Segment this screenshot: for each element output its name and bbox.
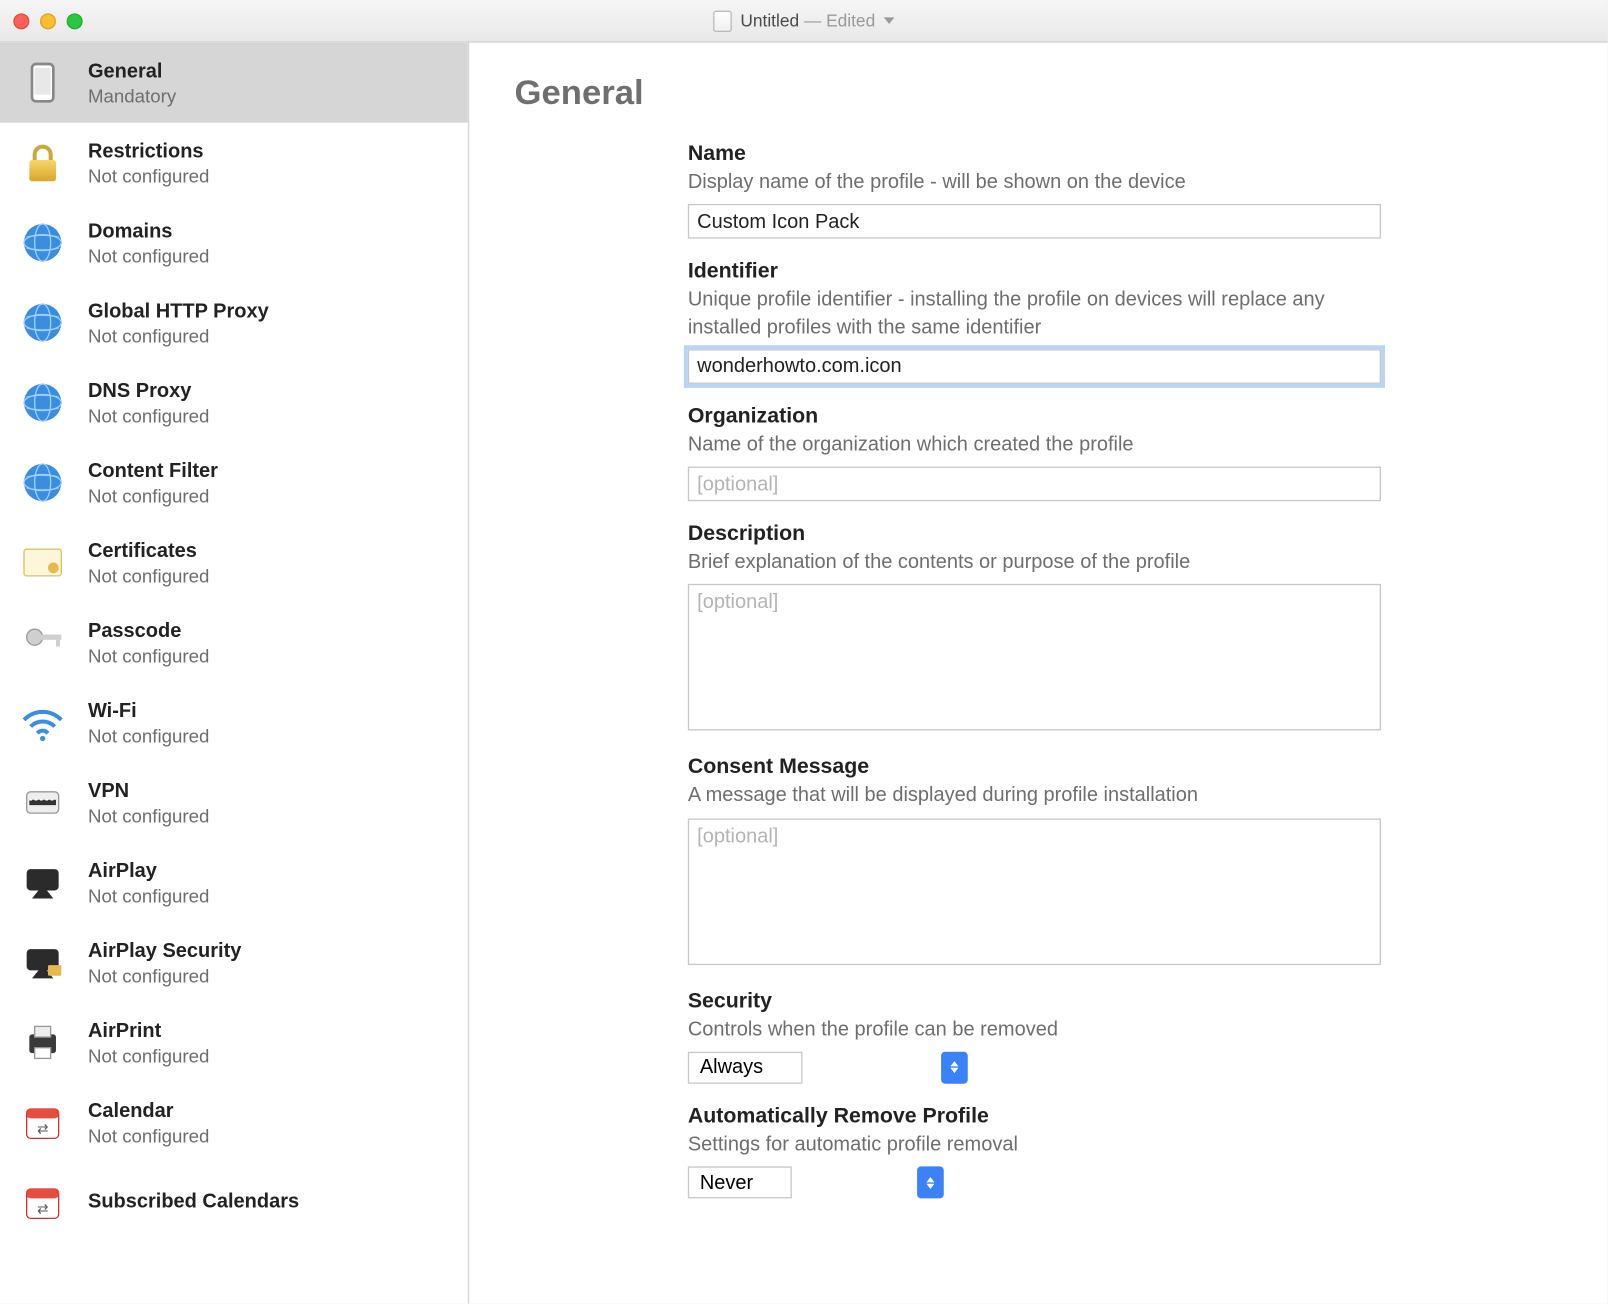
sidebar-item-sub: Not configured (88, 405, 209, 426)
globe-wrench-icon (16, 376, 69, 429)
consent-help: A message that will be displayed during … (688, 783, 1381, 810)
payload-sidebar[interactable]: General Mandatory Restrictions Not confi… (0, 43, 469, 1304)
sidebar-item-sub: Not configured (88, 1124, 209, 1145)
sidebar-item-general[interactable]: General Mandatory (0, 43, 468, 123)
autoremove-help: Settings for automatic profile removal (688, 1131, 1381, 1158)
security-label: Security (688, 990, 1381, 1014)
sidebar-item-passcode[interactable]: Passcode Not configured (0, 603, 468, 683)
sidebar-item-dns-proxy[interactable]: DNS Proxy Not configured (0, 363, 468, 443)
airplay-lock-icon (16, 936, 69, 989)
sidebar-item-title: DNS Proxy (88, 379, 209, 402)
sidebar-item-wi-fi[interactable]: Wi-Fi Not configured (0, 682, 468, 762)
sidebar-item-title: Subscribed Calendars (88, 1190, 299, 1213)
device-icon (16, 56, 69, 109)
organization-label: Organization (688, 405, 1381, 429)
sidebar-item-sub: Not configured (88, 964, 241, 985)
sidebar-item-sub: Not configured (88, 325, 269, 346)
sidebar-item-title: Global HTTP Proxy (88, 299, 269, 322)
sidebar-item-certificates[interactable]: Certificates Not configured (0, 523, 468, 603)
identifier-help: Unique profile identifier - installing t… (688, 287, 1381, 341)
page-title: General (515, 72, 1563, 113)
sidebar-item-restrictions[interactable]: Restrictions Not configured (0, 123, 468, 203)
close-window-button[interactable] (13, 13, 29, 29)
description-help: Brief explanation of the contents or pur… (688, 549, 1381, 576)
svg-text:⇄: ⇄ (37, 1201, 48, 1216)
sidebar-item-vpn[interactable]: VPN Not configured (0, 762, 468, 842)
sidebar-item-title: AirPlay Security (88, 939, 241, 962)
consent-label: Consent Message (688, 756, 1381, 780)
autoremove-label: Automatically Remove Profile (688, 1105, 1381, 1129)
sidebar-item-content-filter[interactable]: Content Filter Not configured (0, 443, 468, 523)
sidebar-item-sub: Not configured (88, 245, 209, 266)
globe-filter-icon (16, 456, 69, 509)
name-input[interactable] (688, 204, 1381, 239)
autoremove-select[interactable]: Never (688, 1166, 944, 1198)
sidebar-item-title: AirPlay (88, 859, 209, 882)
airplay-icon (16, 856, 69, 909)
sidebar-item-sub: Not configured (88, 565, 209, 586)
sidebar-item-title: Wi-Fi (88, 699, 209, 722)
content-pane: General Name Display name of the profile… (469, 43, 1607, 1304)
sidebar-item-sub: Not configured (88, 724, 209, 745)
description-label: Description (688, 523, 1381, 547)
sidebar-item-title: AirPrint (88, 1019, 209, 1042)
stepper-arrows-icon (941, 1051, 968, 1083)
consent-textarea[interactable] (688, 818, 1381, 965)
sidebar-item-sub: Not configured (88, 1044, 209, 1065)
minimize-window-button[interactable] (40, 13, 56, 29)
security-help: Controls when the profile can be removed (688, 1016, 1381, 1043)
sidebar-item-title: VPN (88, 779, 209, 802)
sidebar-item-domains[interactable]: Domains Not configured (0, 203, 468, 283)
organization-input[interactable] (688, 467, 1381, 502)
sidebar-item-title: Certificates (88, 539, 209, 562)
calendar-icon: ⇄ (16, 1096, 69, 1149)
sidebar-item-airplay[interactable]: AirPlay Not configured (0, 842, 468, 922)
calendar-sub-icon: ⇄ (16, 1176, 69, 1229)
sidebar-item-airplay-security[interactable]: AirPlay Security Not configured (0, 922, 468, 1002)
printer-icon (16, 1016, 69, 1069)
title-menu-chevron-icon[interactable] (883, 17, 894, 24)
sidebar-item-sub: Not configured (88, 884, 209, 905)
sidebar-item-sub: Mandatory (88, 85, 176, 106)
globe-icon (16, 216, 69, 269)
autoremove-value: Never (700, 1171, 753, 1194)
sidebar-item-airprint[interactable]: AirPrint Not configured (0, 1002, 468, 1082)
stepper-arrows-icon (917, 1166, 944, 1198)
certificate-icon (16, 536, 69, 589)
sidebar-item-title: Passcode (88, 619, 209, 642)
sidebar-item-title: General (88, 59, 176, 82)
svg-text:⇄: ⇄ (37, 1121, 48, 1136)
zoom-window-button[interactable] (67, 13, 83, 29)
document-icon (714, 10, 733, 31)
wifi-icon (16, 696, 69, 749)
sidebar-item-sub: Not configured (88, 804, 209, 825)
sidebar-item-sub: Not configured (88, 165, 209, 186)
identifier-label: Identifier (688, 260, 1381, 284)
sidebar-item-title: Restrictions (88, 139, 209, 162)
window-titlebar: Untitled — Edited (0, 0, 1608, 43)
sidebar-item-title: Calendar (88, 1099, 209, 1122)
identifier-input[interactable] (688, 349, 1381, 384)
vpn-icon (16, 776, 69, 829)
sidebar-item-title: Domains (88, 219, 209, 242)
name-help: Display name of the profile - will be sh… (688, 169, 1381, 196)
lock-icon (16, 136, 69, 189)
sidebar-item-title: Content Filter (88, 459, 218, 482)
sidebar-item-sub: Not configured (88, 485, 218, 506)
description-textarea[interactable] (688, 584, 1381, 731)
security-select[interactable]: Always (688, 1051, 968, 1083)
window-title: Untitled — Edited (740, 11, 875, 31)
globe-gear-icon (16, 296, 69, 349)
name-label: Name (688, 143, 1381, 167)
sidebar-item-subscribed-calendars[interactable]: ⇄ Subscribed Calendars (0, 1162, 468, 1242)
key-icon (16, 616, 69, 669)
security-value: Always (700, 1056, 763, 1079)
window-controls (13, 13, 82, 29)
sidebar-item-calendar[interactable]: ⇄ Calendar Not configured (0, 1082, 468, 1162)
sidebar-item-sub: Not configured (88, 645, 209, 666)
sidebar-item-global-http-proxy[interactable]: Global HTTP Proxy Not configured (0, 283, 468, 363)
organization-help: Name of the organization which created t… (688, 432, 1381, 459)
